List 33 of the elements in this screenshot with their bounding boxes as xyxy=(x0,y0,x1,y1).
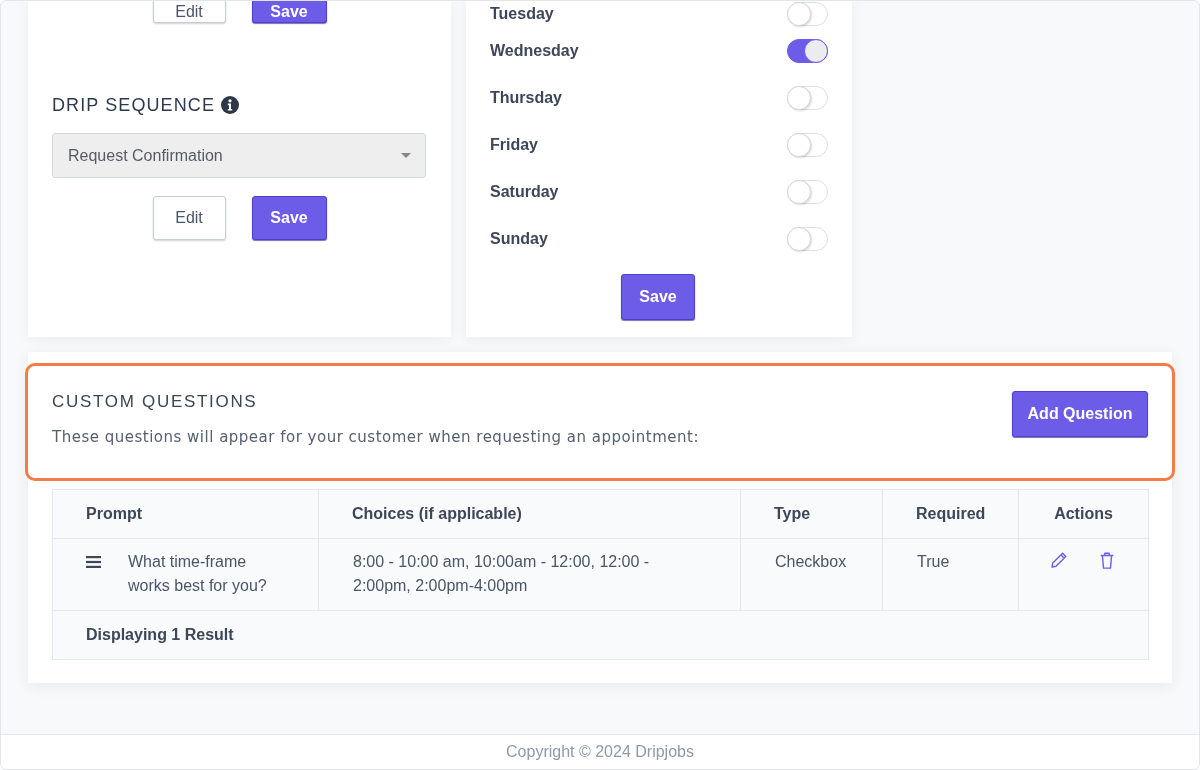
day-label: Thursday xyxy=(490,89,562,106)
day-label: Wednesday xyxy=(490,42,579,59)
save-button[interactable]: Save xyxy=(621,274,695,320)
day-label: Saturday xyxy=(490,183,559,200)
table-cell-text: What time-frame works best for you? xyxy=(128,552,268,596)
edit-button[interactable]: Edit xyxy=(152,1,226,23)
column-header: Required xyxy=(882,489,1019,539)
menu-icon[interactable] xyxy=(86,556,101,568)
add-question-button[interactable]: Add Question xyxy=(1012,391,1148,437)
save-button[interactable]: Save xyxy=(251,196,327,240)
edit-button[interactable]: Edit xyxy=(152,196,226,240)
section-heading: DRIP SEQUENCE xyxy=(52,96,215,114)
trash-icon[interactable] xyxy=(1100,552,1114,569)
info-icon[interactable] xyxy=(221,96,239,114)
column-header: Prompt xyxy=(52,489,319,539)
pencil-icon[interactable] xyxy=(1051,552,1067,568)
column-header: Actions xyxy=(1018,489,1149,539)
day-label: Sunday xyxy=(490,230,548,247)
table-cell: Checkbox xyxy=(740,538,883,611)
day-label: Friday xyxy=(490,136,538,153)
section-heading: CUSTOM QUESTIONS xyxy=(52,391,258,413)
copyright-text: Copyright © 2024 Dripjobs xyxy=(506,742,694,762)
day-label: Tuesday xyxy=(490,6,554,22)
table-cell: 8:00 - 10:00 am, 10:00am - 12:00, 12:00 - 2:00pm, 2:00pm-4:00pm xyxy=(318,538,741,611)
toggle-switch[interactable] xyxy=(787,38,828,63)
dropdown-field[interactable]: Request Confirmation xyxy=(52,133,426,178)
table-cell: True xyxy=(882,538,1019,611)
save-button[interactable]: Save xyxy=(251,1,327,23)
section-description: These questions will appear for your customer when requesting an appointment: xyxy=(52,427,699,447)
column-header: Type xyxy=(740,489,883,539)
column-header: Choices (if applicable) xyxy=(318,489,741,539)
caret-icon xyxy=(401,153,411,158)
result-count: Displaying 1 Result xyxy=(52,610,1149,660)
